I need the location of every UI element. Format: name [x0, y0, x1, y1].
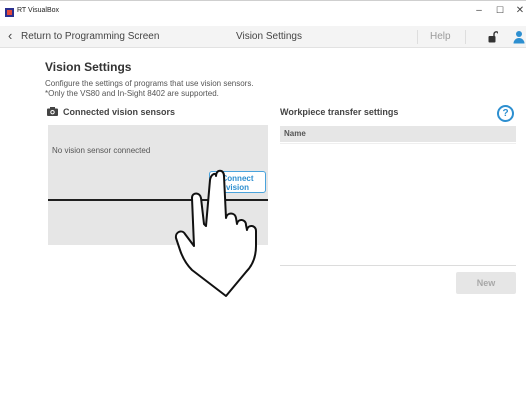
header-divider [465, 30, 466, 44]
screen-title: Vision Settings [236, 31, 302, 42]
page-title: Vision Settings [45, 60, 132, 74]
help-circle-icon[interactable]: ? [497, 105, 514, 122]
workpiece-settings-heading: Workpiece transfer settings [280, 107, 399, 117]
help-button[interactable]: Help [430, 31, 451, 42]
chevron-left-icon[interactable]: ‹ [8, 29, 12, 43]
camera-icon [47, 107, 58, 116]
workpiece-table [280, 142, 516, 266]
minimize-button[interactable]: – [472, 5, 486, 16]
app-logo-icon [5, 8, 14, 17]
window-title: RT VisualBox [17, 7, 60, 14]
new-button[interactable]: New [456, 272, 516, 294]
app-header: ‹ Return to Programming Screen Vision Se… [0, 26, 526, 48]
pointing-hand-icon [174, 169, 257, 297]
return-to-programming-button[interactable]: Return to Programming Screen [21, 31, 159, 42]
no-sensor-message: No vision sensor connected [52, 146, 151, 155]
close-button[interactable]: ✕ [513, 5, 526, 16]
page-note: *Only the VS80 and In-Sight 8402 are sup… [45, 89, 219, 98]
column-header-name: Name [284, 129, 306, 138]
page-description: Configure the settings of programs that … [45, 79, 254, 88]
window-titlebar: RT VisualBox – ☐ ✕ [0, 0, 526, 24]
header-divider [417, 30, 418, 44]
table-row-divider [280, 143, 516, 144]
maximize-button[interactable]: ☐ [493, 5, 507, 16]
table-header: Name [280, 126, 516, 142]
lock-open-icon[interactable] [488, 31, 498, 43]
connected-sensors-heading: Connected vision sensors [63, 107, 176, 117]
user-icon[interactable] [513, 30, 525, 44]
